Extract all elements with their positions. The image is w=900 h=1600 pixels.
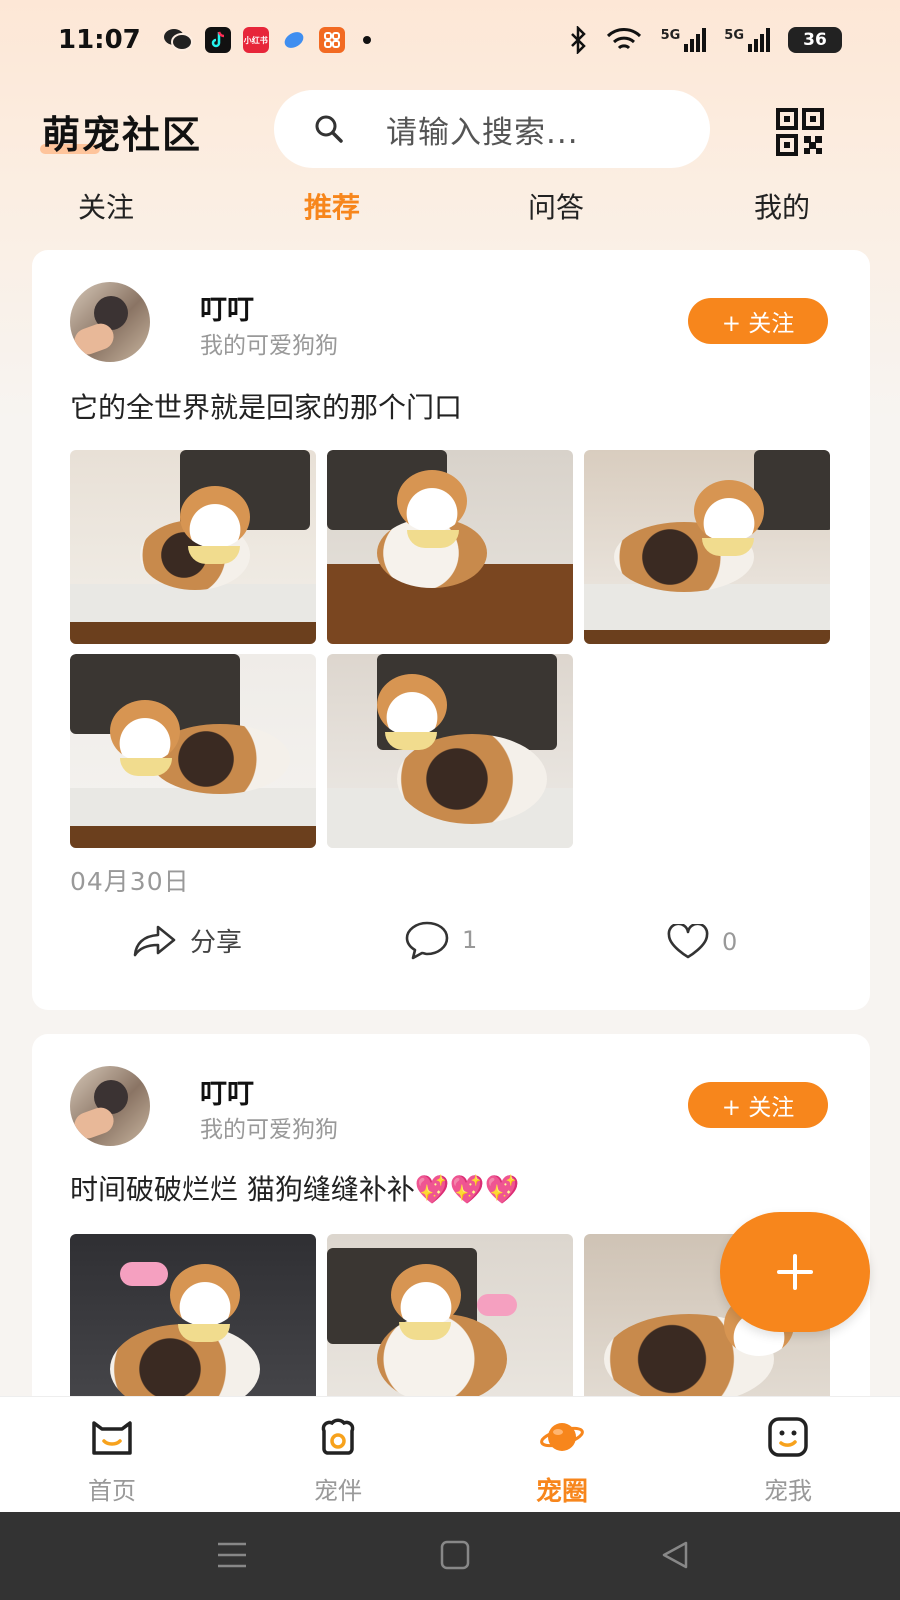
share-button[interactable]: 分享 (132, 922, 242, 959)
tab-recommend[interactable]: 推荐 (304, 186, 360, 226)
nav-item-companion[interactable]: 宠伴 (278, 1415, 398, 1506)
follow-button[interactable]: + 关注 (688, 1082, 828, 1128)
nav-label-me: 宠我 (764, 1477, 812, 1505)
network-type-label: 5G (660, 28, 681, 43)
menu-icon[interactable] (216, 1540, 248, 1570)
share-label: 分享 (190, 928, 243, 958)
signal-bars-icon (748, 28, 770, 52)
nav-label-home: 首页 (88, 1477, 136, 1505)
post-text: 它的全世界就是回家的那个门口 (70, 391, 463, 424)
search-placeholder: 请输入搜索... (386, 114, 579, 151)
heart-icon (667, 924, 709, 959)
comment-button[interactable]: 1 (404, 920, 477, 960)
post-photo[interactable] (327, 450, 573, 644)
post-user-subtitle: 我的可爱狗狗 (200, 333, 338, 359)
bottom-navigation: 首页 宠伴 宠圈 宠我 (0, 1396, 900, 1512)
qr-code-icon[interactable] (776, 108, 824, 156)
nav-label-circle: 宠圈 (535, 1477, 588, 1507)
comment-count: 1 (462, 926, 478, 954)
tab-follow[interactable]: 关注 (78, 186, 134, 226)
post-photo[interactable] (584, 450, 830, 644)
nav-label-companion: 宠伴 (314, 1477, 362, 1505)
wechat-icon (163, 29, 193, 51)
smile-face-icon (768, 1417, 808, 1457)
share-icon (133, 925, 176, 956)
post-card[interactable]: 叮叮 我的可爱狗狗 + 关注 它的全世界就是回家的那个门口 04月30日 分享 … (32, 250, 870, 1010)
follow-button[interactable]: + 关注 (688, 298, 828, 344)
status-app-icons: 小红书 (163, 27, 371, 53)
app-header: 萌宠社区 请输入搜索... (0, 88, 900, 172)
grid-app-icon (318, 27, 345, 53)
tab-mine[interactable]: 我的 (754, 186, 810, 226)
search-icon (315, 115, 343, 143)
nav-item-home[interactable]: 首页 (52, 1415, 172, 1506)
wifi-icon (606, 28, 641, 50)
create-post-button[interactable] (720, 1212, 870, 1332)
post-date: 04月30日 (70, 867, 190, 896)
signal-2: 5G (724, 28, 770, 52)
plus-icon (777, 1254, 813, 1290)
post-user-subtitle: 我的可爱狗狗 (200, 1117, 338, 1143)
status-time: 11:07 (58, 25, 141, 55)
like-count: 0 (722, 928, 738, 956)
notification-dot-icon (362, 36, 371, 44)
home-square-icon[interactable] (440, 1540, 470, 1570)
feed-tabs: 关注 推荐 问答 我的 (0, 186, 900, 238)
nav-item-me[interactable]: 宠我 (728, 1415, 848, 1506)
post-username[interactable]: 叮叮 (200, 288, 254, 327)
chat-icon (284, 32, 304, 48)
app-title: 萌宠社区 (42, 113, 203, 157)
battery-indicator: 36 (788, 27, 842, 53)
comment-icon (405, 921, 449, 960)
post-photo[interactable] (70, 654, 316, 848)
search-input[interactable]: 请输入搜索... (274, 90, 710, 168)
back-icon[interactable] (660, 1540, 690, 1570)
pet-companion-icon (321, 1418, 355, 1455)
post-username[interactable]: 叮叮 (200, 1072, 254, 1111)
system-navigation-bar (0, 1512, 900, 1600)
signal-1: 5G (661, 28, 707, 52)
network-type-label: 5G (724, 28, 744, 43)
bluetooth-icon (570, 26, 586, 54)
like-button[interactable]: 0 (666, 924, 737, 960)
planet-icon (540, 1423, 584, 1451)
avatar[interactable] (70, 1066, 150, 1146)
xiaohongshu-icon: 小红书 (242, 27, 269, 53)
home-cat-icon (92, 1421, 132, 1455)
avatar[interactable] (70, 282, 150, 362)
post-photo[interactable] (70, 450, 316, 644)
signal-bars-icon (684, 28, 707, 52)
status-indicators: 5G 5G 36 (569, 26, 842, 54)
tiktok-icon (204, 27, 231, 53)
nav-item-circle[interactable]: 宠圈 (502, 1415, 622, 1508)
tab-qa[interactable]: 问答 (528, 186, 584, 226)
status-bar: 11:07 小红书 5G 5G 36 (0, 0, 900, 80)
post-text: 时间破破烂烂 猫狗缝缝补补💖💖💖 (70, 1173, 520, 1206)
post-photo[interactable] (327, 654, 573, 848)
